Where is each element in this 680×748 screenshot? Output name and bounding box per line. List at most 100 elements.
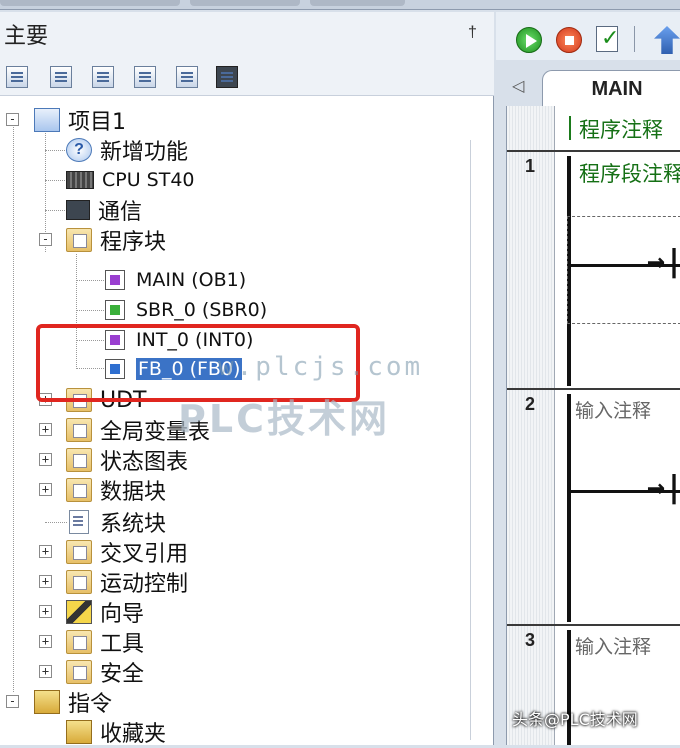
folder-icon [66, 570, 92, 594]
block-icon [105, 300, 125, 320]
monitor-icon [66, 200, 90, 220]
project-tree-panel: 主要 † - 项目1 ? 新增功能 CPU ST40 通信 - 程序块 MAIN… [0, 12, 494, 747]
instructions-icon [34, 690, 60, 714]
top-tab[interactable] [0, 0, 180, 6]
folder-icon [66, 448, 92, 472]
folder-icon [66, 540, 92, 564]
source-credit: 头条@PLC技术网 [512, 710, 638, 729]
network-divider [507, 150, 680, 152]
tree-item-system-block[interactable]: 系统块 [66, 507, 166, 537]
folder-icon [66, 418, 92, 442]
collapse-icon[interactable]: - [6, 695, 19, 708]
tree-item-status-chart[interactable]: + 状态图表 [36, 445, 188, 475]
cpu-icon [66, 171, 94, 189]
tree-item-cross-ref[interactable]: + 交叉引用 [36, 537, 188, 567]
tree-item-label: CPU ST40 [102, 169, 195, 191]
collapse-icon[interactable]: - [6, 113, 19, 126]
tree-item-label: 向导 [100, 602, 145, 627]
tree-item-label: 工具 [100, 632, 145, 657]
tab-scroll-left-icon[interactable]: ◁ [512, 76, 524, 96]
block-icon [105, 270, 125, 290]
sheet-icon[interactable] [92, 66, 114, 88]
doc-icon[interactable] [134, 66, 156, 88]
top-tab[interactable] [310, 0, 405, 6]
ladder-editor[interactable]: 程序注释 1 程序段注释 →| 2 输入注释 →| 3 输入注释 [506, 106, 680, 745]
favorites-icon [66, 720, 92, 744]
expand-icon[interactable]: + [39, 483, 52, 496]
tree-item-security[interactable]: + 安全 [36, 657, 144, 687]
folder-icon [66, 630, 92, 654]
pin-icon[interactable]: † [468, 24, 477, 42]
tree-item-label: 程序块 [100, 230, 167, 255]
monitor-icon[interactable] [216, 66, 238, 88]
expand-icon[interactable]: + [39, 545, 52, 558]
editor-toolbar [496, 12, 680, 60]
network-comment[interactable]: 输入注释 [575, 396, 651, 423]
expand-icon[interactable]: + [39, 605, 52, 618]
network-comment[interactable]: 程序段注释 [579, 158, 680, 188]
tree-item-label: 运动控制 [100, 572, 189, 597]
expand-icon[interactable]: + [39, 423, 52, 436]
tree-item-sbr[interactable]: SBR_0 (SBR0) [102, 295, 267, 325]
panel-header: 主要 † [0, 12, 494, 56]
project-icon [34, 108, 60, 132]
folder-icon [66, 478, 92, 502]
power-rail [567, 394, 571, 622]
top-tab[interactable] [190, 0, 300, 6]
compile-icon[interactable] [596, 25, 619, 52]
tree-item-label: 通信 [98, 200, 143, 225]
network-divider [507, 388, 680, 390]
view-icon[interactable] [6, 66, 28, 88]
stop-icon[interactable] [556, 27, 582, 53]
form-icon[interactable] [176, 66, 198, 88]
folder-icon [66, 660, 92, 684]
document-icon [69, 510, 89, 534]
tree-item-tools[interactable]: + 工具 [36, 627, 144, 657]
network-comment[interactable]: 输入注释 [575, 632, 651, 659]
tree-item-project[interactable]: - 项目1 [0, 105, 126, 135]
help-icon: ? [66, 138, 92, 162]
panel-toolbar [0, 56, 494, 96]
coil-icon[interactable]: →| [647, 470, 680, 505]
network-number: 3 [525, 630, 536, 650]
watermark-text: PLC技术网 [178, 397, 390, 441]
tree-item-instructions[interactable]: - 指令 [0, 687, 112, 717]
tree-item-comm[interactable]: 通信 [66, 195, 142, 225]
tree-item-label: 新增功能 [100, 140, 189, 165]
program-comment[interactable]: 程序注释 [579, 114, 663, 144]
collapse-icon[interactable]: - [39, 233, 52, 246]
tree-item-label: 安全 [100, 662, 145, 687]
program-editor-panel: ◁ MAIN 程序注释 1 程序段注释 →| 2 输入注释 →| 3 输入注释 [496, 12, 680, 745]
table-icon[interactable] [50, 66, 72, 88]
coil-icon[interactable]: →| [647, 244, 680, 279]
network-number: 2 [525, 394, 536, 414]
network-number: 1 [525, 156, 536, 176]
run-icon[interactable] [516, 27, 542, 53]
toolbar-divider [634, 26, 635, 52]
tree-item-motion[interactable]: + 运动控制 [36, 567, 188, 597]
tree-item-data-block[interactable]: + 数据块 [36, 475, 166, 505]
top-tab-strip [0, 0, 680, 10]
tree-item-main[interactable]: MAIN (OB1) [102, 265, 246, 295]
expand-icon[interactable]: + [39, 635, 52, 648]
network-divider [507, 624, 680, 626]
expand-icon[interactable]: + [39, 665, 52, 678]
folder-icon [66, 228, 92, 252]
expand-icon[interactable]: + [39, 575, 52, 588]
comment-marker [569, 116, 571, 140]
tree-item-label: MAIN (OB1) [136, 269, 247, 291]
panel-title: 主要 [4, 24, 49, 49]
tree-item-program-block[interactable]: - 程序块 [36, 225, 166, 255]
tree-item-label: 项目1 [68, 110, 126, 135]
tree-item-wizard[interactable]: + 向导 [36, 597, 144, 627]
editor-tab-bar: ◁ MAIN [496, 66, 680, 108]
tree-item-cpu[interactable]: CPU ST40 [66, 165, 195, 195]
tree-item-label: 指令 [68, 692, 113, 717]
tree-item-favorites[interactable]: 收藏夹 [66, 717, 166, 747]
tab-main[interactable]: MAIN [542, 70, 680, 108]
tree-item-label: SBR_0 (SBR0) [136, 299, 268, 321]
wizard-icon [66, 600, 92, 624]
tree-item-new-features[interactable]: ? 新增功能 [66, 135, 188, 165]
upload-icon[interactable] [654, 26, 680, 54]
expand-icon[interactable]: + [39, 453, 52, 466]
